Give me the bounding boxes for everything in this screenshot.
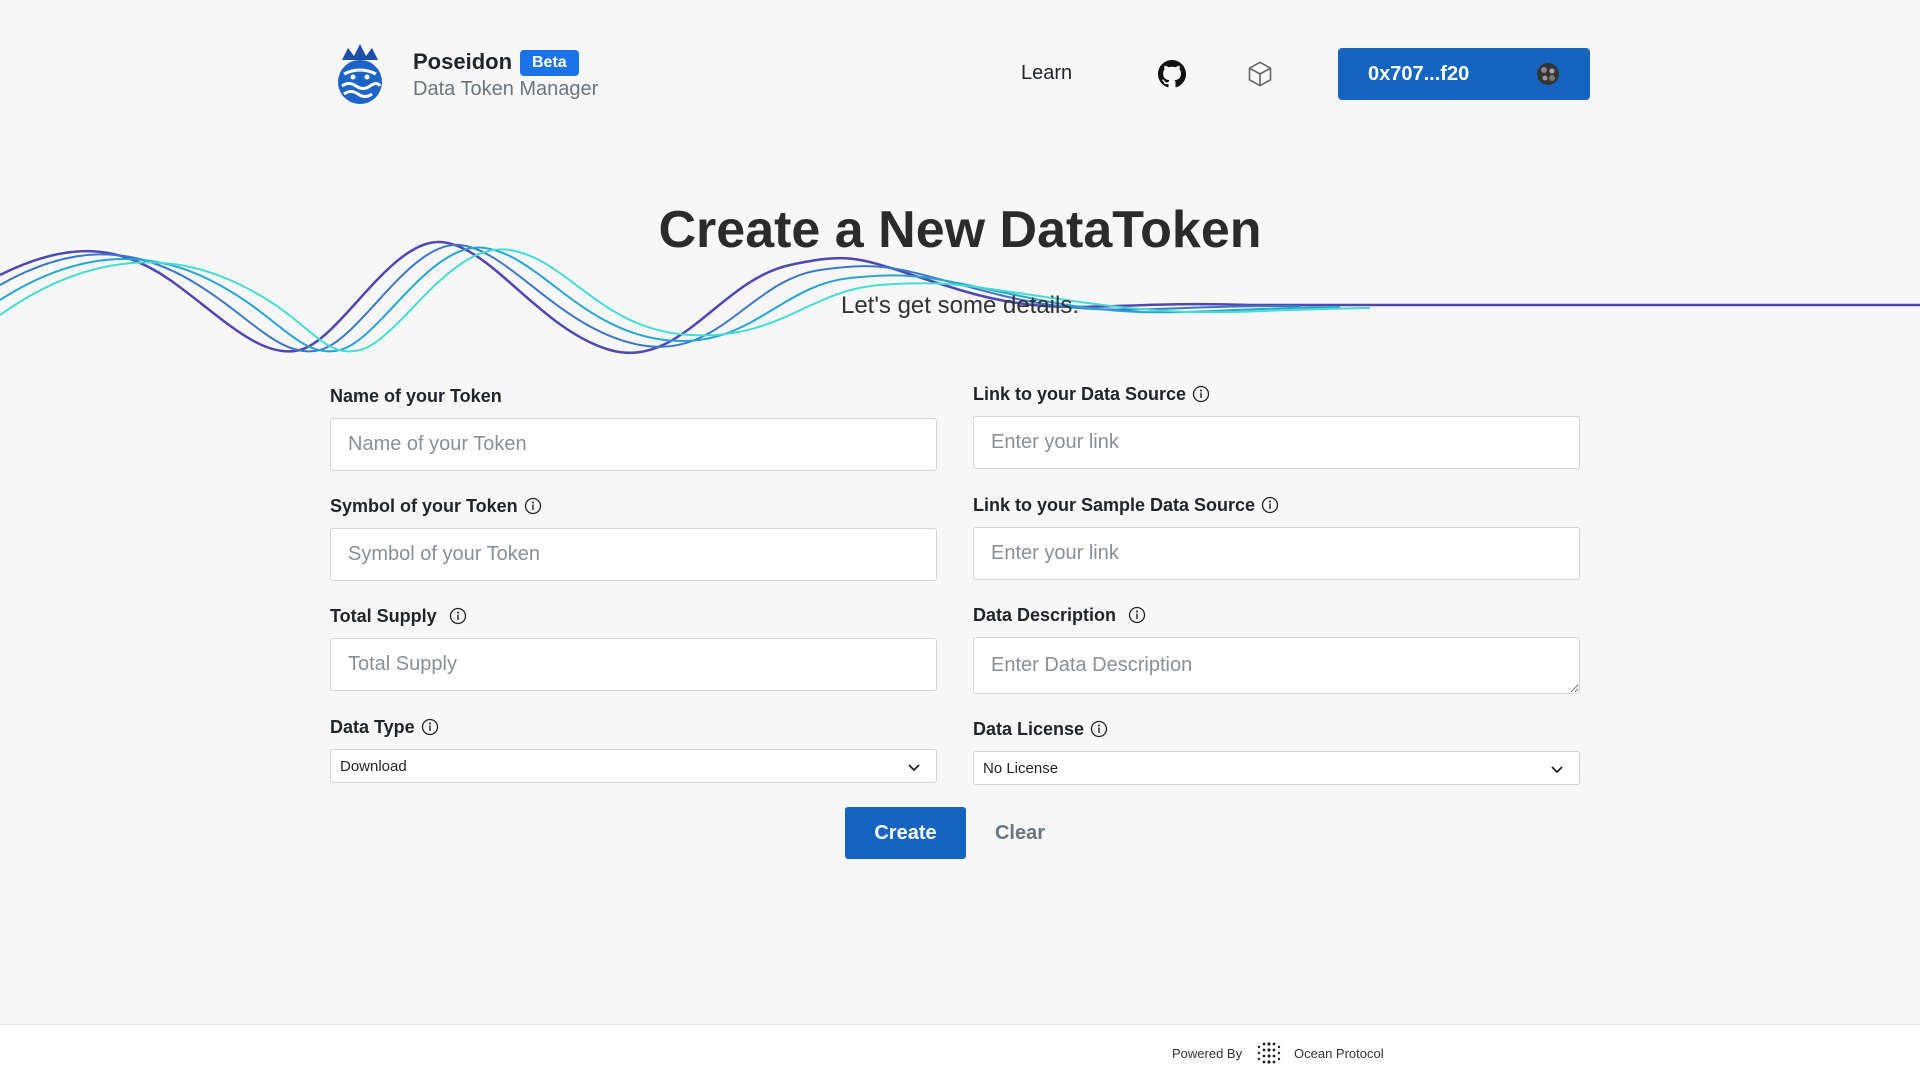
wallet-avatar-icon [1537,63,1559,85]
info-icon[interactable] [449,607,467,625]
license-field: Data License No License [973,717,1580,785]
description-textarea[interactable] [973,637,1580,694]
license-label: Data License [973,718,1085,739]
brand-name: Poseidon [413,49,513,74]
data-type-select[interactable]: Download [330,749,937,783]
nav-learn-link[interactable]: Learn [1021,62,1072,85]
header: Poseidon Beta Data Token Manager Learn 0… [0,0,1920,150]
wallet-button[interactable]: 0x707...f20 [1338,48,1590,100]
poseidon-logo[interactable] [334,44,386,106]
token-symbol-field: Symbol of your Token [330,494,937,581]
sample-source-input[interactable] [973,527,1580,580]
ocean-protocol-logo[interactable] [1256,1041,1282,1065]
data-source-label: Link to your Data Source [973,383,1187,404]
license-select[interactable]: No License [973,751,1580,785]
chevron-down-icon [1551,766,1563,774]
cube-icon[interactable] [1246,60,1274,88]
info-icon[interactable] [1192,385,1210,403]
token-symbol-input[interactable] [330,528,937,581]
description-field: Data Description [973,603,1580,694]
token-name-label: Name of your Token [330,385,502,406]
sample-source-label: Link to your Sample Data Source [973,494,1256,515]
info-icon[interactable] [524,497,542,515]
description-label: Data Description [973,604,1117,625]
token-symbol-label: Symbol of your Token [330,495,518,516]
footer: Powered By Ocean Protocol [0,1024,1920,1080]
info-icon[interactable] [1261,496,1279,514]
info-icon[interactable] [421,718,439,736]
sample-source-field: Link to your Sample Data Source [973,493,1580,580]
data-type-value: Download [340,758,407,775]
data-source-field: Link to your Data Source [973,382,1580,469]
data-type-field: Data Type Download [330,715,937,783]
total-supply-label: Total Supply [330,605,437,626]
token-name-input[interactable] [330,418,937,471]
create-button[interactable]: Create [845,807,966,859]
brand-subtitle: Data Token Manager [413,78,599,100]
wallet-address: 0x707...f20 [1368,63,1470,85]
beta-badge: Beta [520,50,579,76]
license-value: No License [983,760,1059,777]
chevron-down-icon [908,764,920,772]
info-icon[interactable] [1128,606,1146,624]
page-title: Create a New DataToken [658,201,1262,259]
page: Poseidon Beta Data Token Manager Learn 0… [0,0,1920,1080]
ocean-protocol-link[interactable]: Ocean Protocol [1294,1046,1384,1061]
github-icon[interactable] [1158,60,1186,88]
powered-by-text: Powered By [1172,1046,1243,1061]
total-supply-field: Total Supply [330,604,937,691]
clear-button[interactable]: Clear [982,807,1058,859]
data-source-input[interactable] [973,416,1580,469]
info-icon[interactable] [1090,720,1108,738]
token-name-field: Name of your Token [330,384,937,471]
data-type-label: Data Type [330,716,415,737]
page-subtitle: Let's get some details. [840,292,1080,319]
total-supply-input[interactable] [330,638,937,691]
